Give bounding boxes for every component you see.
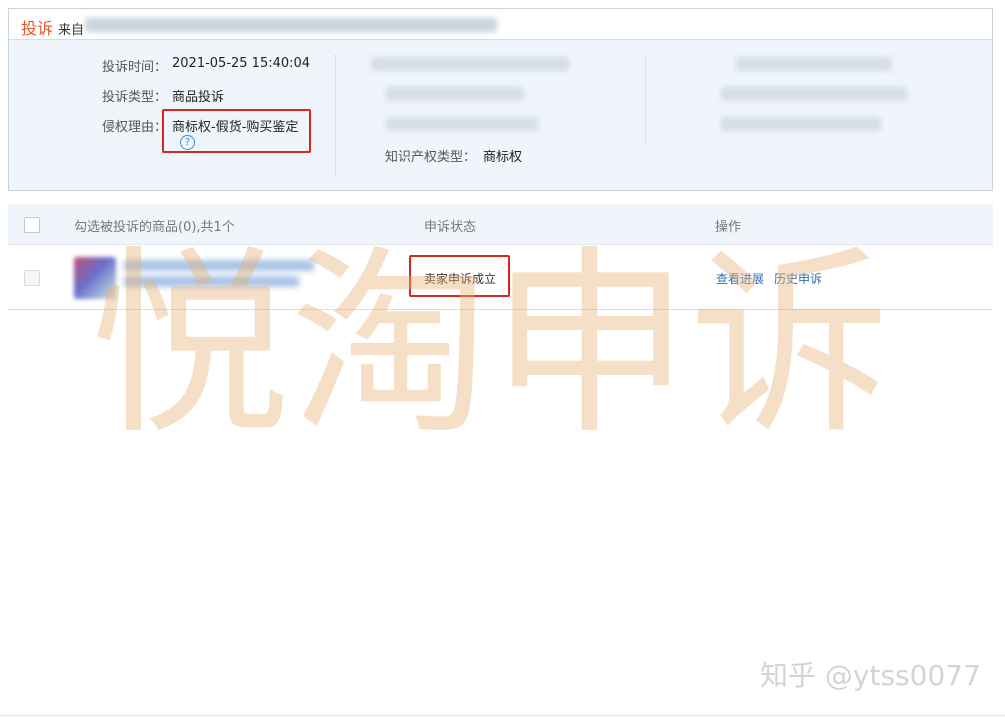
zhihu-credit-watermark: 知乎 @ytss0077: [760, 659, 981, 692]
redacted-field: [721, 117, 881, 131]
redacted-field: [721, 87, 907, 101]
bottom-divider: [0, 715, 1005, 716]
table-header: 勾选被投诉的商品(0),共1个 申诉状态 操作: [8, 204, 993, 245]
redacted-product-title[interactable]: [124, 260, 314, 271]
header-select-products: 勾选被投诉的商品(0),共1个: [74, 220, 235, 235]
select-all-checkbox[interactable]: [24, 217, 40, 233]
view-progress-link[interactable]: 查看进展: [716, 270, 764, 287]
complaint-type-value: 商品投诉: [172, 90, 225, 105]
redacted-field: [736, 57, 892, 71]
infringement-reason-label: 侵权理由：: [102, 120, 168, 135]
complaint-time-value: 2021-05-25 15:40:04: [172, 56, 311, 71]
redacted-product-title[interactable]: [124, 276, 299, 287]
ip-type-value: 商标权: [483, 150, 523, 165]
complaint-info-panel: 投诉 来自 投诉时间： 2021-05-25 15:40:04 投诉类型： 商品…: [8, 8, 993, 191]
header-appeal-status: 申诉状态: [424, 220, 477, 235]
product-thumbnail[interactable]: [74, 257, 116, 299]
row-checkbox[interactable]: [24, 270, 40, 286]
complaint-panel-header: 投诉 来自: [9, 9, 992, 40]
ip-type-label: 知识产权类型：: [385, 150, 477, 165]
complaint-type-label: 投诉类型：: [102, 90, 168, 105]
redacted-field: [386, 87, 524, 101]
column-divider: [645, 55, 646, 145]
status-highlight-box: [409, 255, 510, 297]
column-divider: [335, 55, 336, 175]
redacted-complainant: [85, 18, 497, 32]
complaint-time-label: 投诉时间：: [102, 60, 168, 75]
complaint-from-label: 来自: [58, 23, 85, 38]
header-actions: 操作: [715, 220, 742, 235]
reason-highlight-box: [162, 109, 311, 153]
complaint-title: 投诉: [21, 19, 54, 38]
redacted-field: [386, 117, 538, 131]
redacted-field: [371, 57, 569, 71]
appeal-history-link[interactable]: 历史申诉: [774, 270, 822, 287]
